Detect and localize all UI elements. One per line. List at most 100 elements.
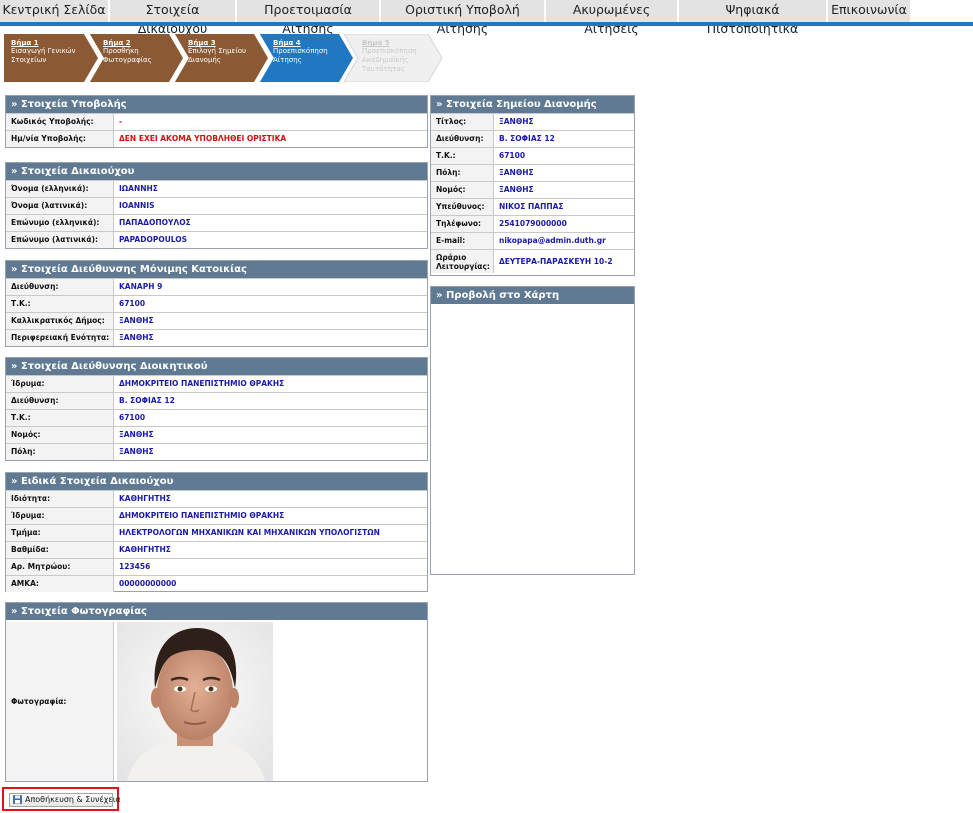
detail-row: E-mail: nikopapa@admin.duth.gr [431,232,634,249]
field-label: Διεύθυνση: [6,393,114,409]
detail-row: Αρ. Μητρώου: 123456 [6,558,427,575]
photo-panel: » Στοιχεία Φωτογραφίας Φωτογραφία: [5,602,428,782]
detail-row: Ωράριο Λειτουργίας: ΔΕΥΤΕΡΑ-ΠΑΡΑΣΚΕΥΗ 10-… [431,249,634,273]
field-value: ΞΑΝΘΗΣ [119,316,154,325]
wizard-step-text: Προεπισκόπηση Αίτησης [273,47,328,64]
field-value: ΚΑΝΑΡΗ 9 [119,282,163,291]
detail-row: Πόλη: ΞΑΝΘΗΣ [6,443,427,460]
detail-row: Βαθμίδα: ΚΑΘΗΓΗΤΗΣ [6,541,427,558]
administration-address-panel: » Στοιχεία Διεύθυνσης Διοικητικού Ίδρυμα… [5,357,428,461]
field-label: Ίδρυμα: [6,508,114,524]
field-value: ΞΑΝΘΗΣ [499,117,534,126]
field-value: ΙΩΑΝΝΗΣ [119,184,158,193]
tab-cancelled-applications[interactable]: Ακυρωμένες Αιτήσεις [546,0,678,36]
detail-row: Νομός: ΞΑΝΘΗΣ [431,181,634,198]
panel-header: » Στοιχεία Διεύθυνσης Μόνιμης Κατοικίας [6,261,427,278]
detail-row: ΑΜΚΑ: 00000000000 [6,575,427,592]
field-label: Ωράριο Λειτουργίας: [431,250,494,273]
tab-digital-certificates[interactable]: Ψηφιακά Πιστοποιητικά [679,0,827,36]
detail-row: Τμήμα: ΗΛΕΚΤΡΟΛΟΓΩΝ ΜΗΧΑΝΙΚΩΝ ΚΑΙ ΜΗΧΑΝΙΚ… [6,524,427,541]
field-value: ΞΑΝΘΗΣ [119,333,154,342]
detail-row: Πόλη: ΞΑΝΘΗΣ [431,164,634,181]
save-button-label: Αποθήκευση & Συνέχεια [25,795,121,804]
detail-row: Κωδικός Υποβολής: - [6,113,427,130]
panel-header: » Προβολή στο Χάρτη [431,287,634,304]
field-value: ΚΑΘΗΓΗΤΗΣ [119,494,171,503]
detail-row: Επώνυμο (λατινικά): PAPADOPOULOS [6,231,427,248]
wizard-step-text: Προσθήκη Φωτογραφίας [103,47,152,64]
field-value: PAPADOPOULOS [119,235,188,244]
field-label: Τίτλος: [431,114,494,130]
detail-row: Διεύθυνση: Β. ΣΟΦΙΑΣ 12 [6,392,427,409]
beneficiary-photo [117,622,273,781]
field-label: Τ.Κ.: [6,410,114,426]
field-value: Β. ΣΟΦΙΑΣ 12 [119,396,175,405]
field-value: nikopapa@admin.duth.gr [499,236,606,245]
field-label: Κωδικός Υποβολής: [6,114,114,130]
map-area[interactable] [431,306,634,574]
wizard-step-text: Επιλογή Σημείου Διανομής [188,47,247,64]
panel-header: » Στοιχεία Δικαιούχου [6,163,427,180]
tab-final-submission[interactable]: Οριστική Υποβολή Αίτησης [381,0,545,36]
field-value: ΠΑΠΑΔΟΠΟΥΛΟΣ [119,218,191,227]
detail-row: Τηλέφωνο: 2541079000000 [431,215,634,232]
tab-home[interactable]: Κεντρική Σελίδα [0,0,109,22]
field-label: Περιφερειακή Ενότητα: [6,330,114,346]
wizard-step-title: Βήμα 5 [362,39,390,47]
field-label: E-mail: [431,233,494,249]
field-label: Ιδιότητα: [6,491,114,507]
detail-row: Ίδρυμα: ΔΗΜΟΚΡΙΤΕΙΟ ΠΑΝΕΠΙΣΤΗΜΙΟ ΘΡΑΚΗΣ [6,507,427,524]
tab-beneficiary-details[interactable]: Στοιχεία Δικαιούχου [110,0,236,36]
field-label: Νομός: [431,182,494,198]
tab-prepare-application[interactable]: Προετοιμασία Αίτησης [237,0,380,36]
wizard-step-title: Βήμα 1 [11,39,39,47]
field-label: Πόλη: [6,444,114,460]
residence-address-panel: » Στοιχεία Διεύθυνσης Μόνιμης Κατοικίας … [5,260,428,347]
field-value: 67100 [119,413,146,422]
field-label: Υπεύθυνος: [431,199,494,215]
field-label: Ημ/νία Υποβολής: [6,131,114,147]
panel-header: » Στοιχεία Φωτογραφίας [6,603,427,620]
tab-contact[interactable]: Επικοινωνία [828,0,911,22]
detail-row: Καλλικρατικός Δήμος: ΞΑΝΘΗΣ [6,312,427,329]
top-navigation: Κεντρική Σελίδα Στοιχεία Δικαιούχου Προε… [0,0,973,36]
panel-header: » Στοιχεία Διεύθυνσης Διοικητικού [6,358,427,375]
panel-header: » Ειδικά Στοιχεία Δικαιούχου [6,473,427,490]
field-label: ΑΜΚΑ: [6,576,114,592]
wizard-step-title: Βήμα 3 [188,39,216,47]
detail-row: Επώνυμο (ελληνικά): ΠΑΠΑΔΟΠΟΥΛΟΣ [6,214,427,231]
field-label: Νομός: [6,427,114,443]
detail-row: Τ.Κ.: 67100 [431,147,634,164]
field-label: Αρ. Μητρώου: [6,559,114,575]
field-value: IOANNIS [119,201,155,210]
wizard-step-title: Βήμα 2 [103,39,131,47]
beneficiary-panel: » Στοιχεία Δικαιούχου Όνομα (ελληνικά): Ι… [5,162,428,249]
field-value: ΞΑΝΘΗΣ [119,447,154,456]
panel-header: » Στοιχεία Σημείου Διανομής [431,96,634,113]
nav-underline [0,22,973,26]
detail-row: Διεύθυνση: Β. ΣΟΦΙΑΣ 12 [431,130,634,147]
field-label: Τ.Κ.: [6,296,114,312]
detail-row: Όνομα (ελληνικά): ΙΩΑΝΝΗΣ [6,180,427,197]
field-label: Φωτογραφία: [11,697,67,706]
field-value: ΗΛΕΚΤΡΟΛΟΓΩΝ ΜΗΧΑΝΙΚΩΝ ΚΑΙ ΜΗΧΑΝΙΚΩΝ ΥΠΟ… [119,528,380,537]
field-label: Διεύθυνση: [431,131,494,147]
map-panel: » Προβολή στο Χάρτη [430,286,635,575]
field-value: ΚΑΘΗΓΗΤΗΣ [119,545,171,554]
field-value: 123456 [119,562,151,571]
detail-row: Περιφερειακή Ενότητα: ΞΑΝΘΗΣ [6,329,427,346]
special-details-panel: » Ειδικά Στοιχεία Δικαιούχου Ιδιότητα: ΚΑ… [5,472,428,592]
field-value: ΞΑΝΘΗΣ [119,430,154,439]
detail-row: Τ.Κ.: 67100 [6,295,427,312]
field-label: Τμήμα: [6,525,114,541]
field-label: Επώνυμο (ελληνικά): [6,215,114,231]
detail-row: Τίτλος: ΞΑΝΘΗΣ [431,113,634,130]
field-value: ΔΗΜΟΚΡΙΤΕΙΟ ΠΑΝΕΠΙΣΤΗΜΙΟ ΘΡΑΚΗΣ [119,379,285,388]
field-value: 2541079000000 [499,219,567,228]
save-and-continue-button[interactable]: Αποθήκευση & Συνέχεια [9,793,121,807]
detail-row: Ημ/νία Υποβολής: ΔΕΝ ΕΧΕΙ ΑΚΟΜΑ ΥΠΟΒΛΗΘΕ… [6,130,427,147]
photo-label-cell: Φωτογραφία: [6,622,114,781]
field-value: 67100 [499,151,526,160]
field-value: Β. ΣΟΦΙΑΣ 12 [499,134,555,143]
field-label: Όνομα (ελληνικά): [6,181,114,197]
